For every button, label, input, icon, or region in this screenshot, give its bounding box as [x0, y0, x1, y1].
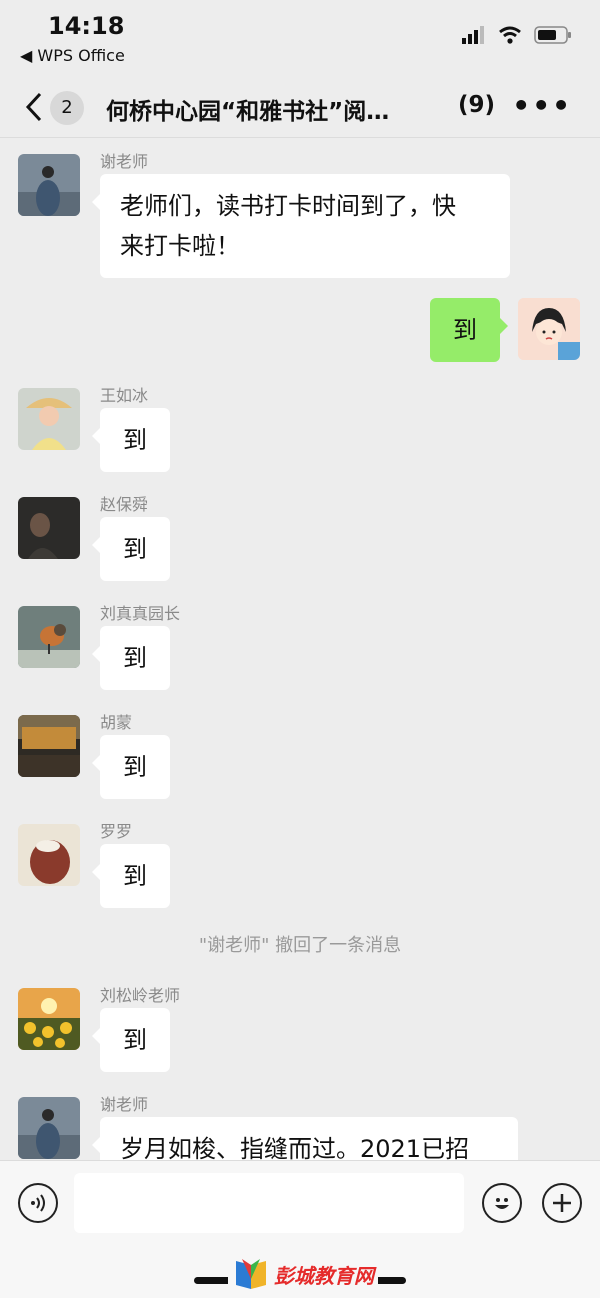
my-message-bubble[interactable]: 到: [430, 298, 508, 362]
status-time: 14:18: [48, 12, 125, 40]
back-to-app-link[interactable]: ◀ WPS Office: [20, 46, 125, 65]
chat-header: 2 何桥中心园“和雅书社”阅… (9) •••: [0, 76, 600, 138]
message-line: 老师们，读书打卡时间到了，快: [120, 192, 456, 220]
watermark-text: 彭城教育网: [274, 1263, 374, 1288]
avatar[interactable]: [18, 388, 80, 450]
sender-name: 谢老师: [100, 1095, 149, 1114]
avatar[interactable]: [18, 1097, 80, 1159]
avatar[interactable]: [18, 715, 80, 777]
add-more-icon[interactable]: [542, 1183, 582, 1223]
message-bubble[interactable]: 到: [92, 626, 170, 690]
chat-title: 何桥中心园“和雅书社”阅…: [106, 99, 390, 125]
message-list[interactable]: 谢老师 老师们，读书打卡时间到了，快 来打卡啦！ 到 王如冰 到 赵保舜 到 刘…: [0, 138, 600, 1160]
message-bubble[interactable]: 到: [92, 1008, 170, 1072]
message-bubble[interactable]: 老师们，读书打卡时间到了，快 来打卡啦！: [92, 174, 510, 278]
message-bubble[interactable]: 到: [92, 844, 170, 908]
signal-icon: [462, 26, 484, 44]
sender-name: 胡蒙: [100, 713, 133, 732]
voice-input-icon[interactable]: [18, 1183, 58, 1223]
my-avatar[interactable]: [518, 298, 580, 360]
avatar[interactable]: [18, 988, 80, 1050]
status-icons: [462, 26, 572, 44]
back-chevron-icon[interactable]: [22, 90, 46, 124]
message-bubble[interactable]: 岁月如梭、指缝而过。2021已招: [92, 1117, 518, 1160]
wifi-icon: [499, 26, 521, 44]
sender-name: 刘松岭老师: [100, 986, 181, 1005]
watermark: 彭城教育网: [228, 1257, 378, 1291]
avatar[interactable]: [18, 824, 80, 886]
avatar[interactable]: [18, 154, 80, 216]
avatar[interactable]: [18, 497, 80, 559]
emoji-icon[interactable]: [482, 1183, 522, 1223]
system-notice: "谢老师" 撤回了一条消息: [198, 935, 402, 956]
message-bubble[interactable]: 到: [92, 735, 170, 799]
status-bar: 14:18 ◀ WPS Office: [0, 0, 600, 80]
message-bubble[interactable]: 到: [92, 517, 170, 581]
message-line: 来打卡啦！: [120, 232, 240, 260]
input-bar: 彭城教育网: [0, 1160, 600, 1298]
sender-name: 赵保舜: [100, 495, 149, 514]
member-count: (9): [458, 92, 496, 118]
battery-icon: [534, 26, 571, 44]
sender-name: 王如冰: [100, 386, 149, 405]
unread-badge[interactable]: 2: [50, 91, 84, 125]
message-input[interactable]: [74, 1173, 464, 1233]
book-logo-icon: [236, 1259, 266, 1289]
sender-name: 刘真真园长: [100, 604, 181, 623]
sender-name: 罗罗: [100, 822, 133, 841]
sender-name: 谢老师: [100, 152, 149, 171]
more-options-icon[interactable]: •••: [512, 92, 572, 120]
message-bubble[interactable]: 到: [92, 408, 170, 472]
avatar[interactable]: [18, 606, 80, 668]
